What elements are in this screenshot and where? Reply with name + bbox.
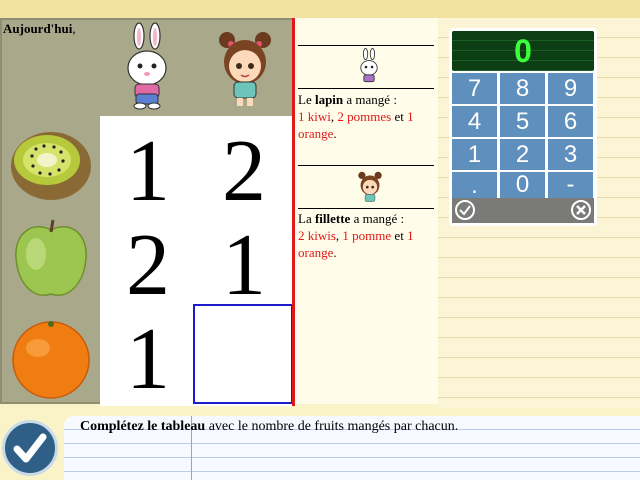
story-title: Aujourd'hui, — [3, 21, 76, 36]
divider — [298, 208, 434, 209]
divider — [298, 88, 434, 89]
kiwi-icon — [4, 120, 98, 212]
key-2[interactable]: 2 — [500, 139, 545, 170]
key-0[interactable]: 0 — [500, 171, 545, 198]
cell-kiwi-lapin: 1 — [126, 123, 170, 220]
close-icon — [576, 205, 586, 215]
validate-button[interactable] — [2, 420, 58, 476]
orange-icon — [4, 312, 98, 404]
top-strip — [0, 0, 640, 18]
lapin-sentence: Le lapin a mangé : 1 kiwi, 2 pommes et 1… — [298, 92, 414, 141]
girl-icon — [357, 170, 383, 206]
instruction-text: Complétez le tableau avec le nombre de f… — [80, 419, 459, 434]
girl-icon — [217, 28, 273, 108]
divider — [298, 165, 434, 166]
cell-kiwi-fillette: 2 — [222, 123, 266, 220]
key-5[interactable]: 5 — [500, 106, 545, 137]
cell-pomme-fillette: 1 — [222, 217, 266, 314]
apple-icon — [4, 214, 98, 306]
cell-pomme-lapin: 2 — [126, 217, 170, 314]
check-icon — [459, 205, 471, 216]
cell-orange-fillette-input[interactable] — [193, 304, 293, 404]
cell-orange-lapin: 1 — [126, 311, 170, 408]
keypad-display: 0 — [452, 31, 594, 71]
active-cell-value — [195, 306, 291, 402]
check-icon — [13, 433, 47, 463]
key-8[interactable]: 8 — [500, 73, 545, 104]
key-4[interactable]: 4 — [452, 106, 497, 137]
key-1[interactable]: 1 — [452, 139, 497, 170]
key-9[interactable]: 9 — [548, 73, 593, 104]
key-minus[interactable]: - — [548, 171, 593, 198]
keypad-clear-button[interactable] — [571, 200, 591, 220]
key-3[interactable]: 3 — [548, 139, 593, 170]
rabbit-icon — [358, 48, 380, 86]
key-7[interactable]: 7 — [452, 73, 497, 104]
keypad-validate-button[interactable] — [455, 200, 475, 220]
key-decimal[interactable]: . — [452, 172, 497, 199]
key-6[interactable]: 6 — [548, 106, 593, 137]
numeric-keypad: 0 7 8 9 4 5 6 1 2 3 . 0 - — [449, 28, 597, 226]
fillette-sentence: La fillette a mangé : 2 kiwis, 1 pomme e… — [298, 211, 414, 260]
keypad-footer — [452, 198, 594, 223]
divider — [298, 45, 434, 46]
